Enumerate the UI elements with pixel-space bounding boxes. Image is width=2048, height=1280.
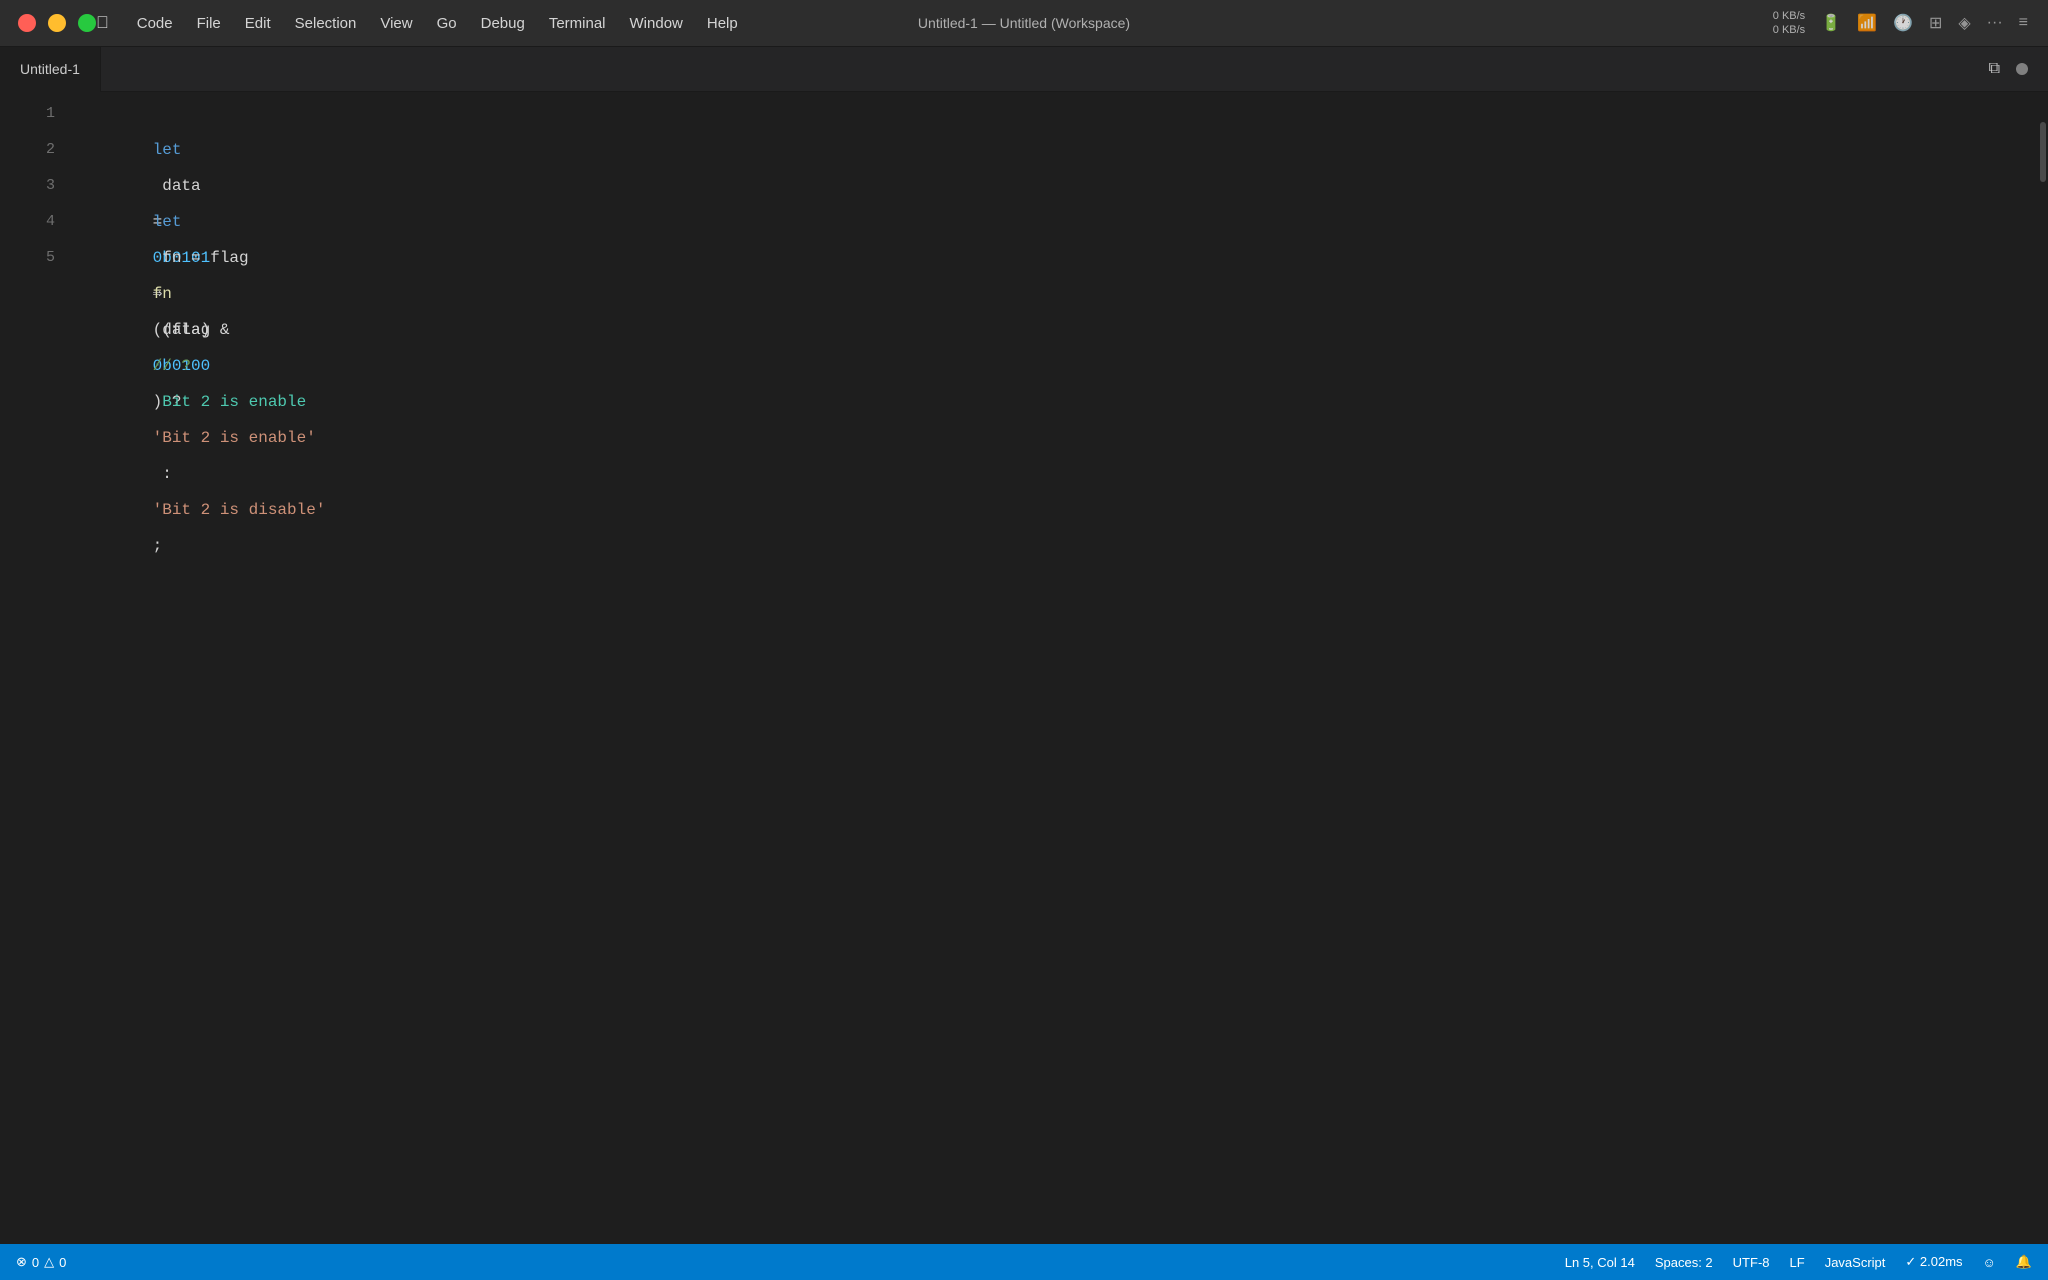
encoding-label: UTF-8 <box>1733 1255 1770 1270</box>
menu-selection[interactable]: Selection <box>283 0 369 47</box>
keyword-let-1: let <box>153 141 182 159</box>
line-number-5: 5 <box>25 240 55 276</box>
code-line-3: let fn = flag ⇒ (flag & 0b0100 ) ? 'Bit … <box>95 168 2034 204</box>
window-title: Untitled-1 — Untitled (Workspace) <box>918 15 1130 31</box>
menu-view[interactable]: View <box>368 0 424 47</box>
editor-tab[interactable]: Untitled-1 <box>0 47 101 92</box>
warning-icon: △ <box>44 1254 54 1270</box>
menu-file[interactable]: File <box>185 0 233 47</box>
menu-extras-icon[interactable]: ≡ <box>2019 14 2028 32</box>
indent-setting[interactable]: Spaces: 2 <box>1655 1255 1713 1270</box>
feedback-icon[interactable]: ☺ <box>1983 1255 1996 1270</box>
split-editor-icon[interactable]: ⧉ <box>1989 60 2000 78</box>
menu-go[interactable]: Go <box>425 0 469 47</box>
encoding-indicator[interactable]: UTF-8 <box>1733 1255 1770 1270</box>
wifi-icon: 📶 <box>1857 13 1877 33</box>
errors-indicator[interactable]: ⊗ 0 △ 0 <box>16 1254 66 1270</box>
code-editor[interactable]: let data = 0b0101 let fn = flag ⇒ (flag … <box>65 92 2034 1244</box>
line-ending-indicator[interactable]: LF <box>1790 1255 1805 1270</box>
spaces-label: Spaces: 2 <box>1655 1255 1713 1270</box>
timing-label: ✓ 2.02ms <box>1905 1254 1962 1270</box>
tab-label: Untitled-1 <box>20 61 80 77</box>
menu-help[interactable]: Help <box>695 0 750 47</box>
cursor-position[interactable]: Ln 5, Col 14 <box>1565 1255 1635 1270</box>
error-count: 0 <box>32 1255 39 1270</box>
line-number-gutter: 1 2 3 4 5 <box>0 92 65 1244</box>
menu-terminal[interactable]: Terminal <box>537 0 618 47</box>
status-bar: ⊗ 0 △ 0 Ln 5, Col 14 Spaces: 2 UTF-8 LF … <box>0 1244 2048 1280</box>
warning-count: 0 <box>59 1255 66 1270</box>
network-stats: 0 KB/s 0 KB/s <box>1773 9 1805 38</box>
line-number-2: 2 <box>25 132 55 168</box>
scrollbar-thumb[interactable] <box>2040 122 2046 182</box>
clock-icon: 🕐 <box>1893 13 1913 33</box>
smiley-icon: ☺ <box>1983 1255 1996 1270</box>
titlebar:  Code File Edit Selection View Go Debug… <box>0 0 2048 47</box>
more-icon[interactable]: ··· <box>1987 14 2003 32</box>
menu-code[interactable]: Code <box>125 0 185 47</box>
position-label: Ln 5, Col 14 <box>1565 1255 1635 1270</box>
menu-edit[interactable]: Edit <box>233 0 283 47</box>
close-button[interactable] <box>18 14 36 32</box>
language-indicator[interactable]: JavaScript <box>1825 1255 1886 1270</box>
bell-icon: 🔔 <box>2016 1254 2032 1270</box>
code-line-4 <box>95 204 2034 240</box>
code-line-5: fn (data) // ? Bit 2 is enable <box>95 240 2034 276</box>
statusbar-right: Ln 5, Col 14 Spaces: 2 UTF-8 LF JavaScri… <box>1565 1254 2032 1270</box>
menu-bar:  Code File Edit Selection View Go Debug… <box>80 0 750 47</box>
menu-window[interactable]: Window <box>618 0 695 47</box>
code-line-2 <box>95 132 2034 168</box>
apple-menu[interactable]:  <box>80 0 125 47</box>
more-actions-icon[interactable] <box>2016 63 2028 75</box>
siri-icon[interactable]: ◈ <box>1958 13 1970 33</box>
timing-indicator: ✓ 2.02ms <box>1905 1254 1962 1270</box>
language-label: JavaScript <box>1825 1255 1886 1270</box>
code-line-1: let data = 0b0101 <box>95 96 2034 132</box>
line-number-4: 4 <box>25 204 55 240</box>
scrollbar-track[interactable] <box>2034 92 2048 1244</box>
editor-area: 1 2 3 4 5 let data = 0b0101 let fn = fla… <box>0 92 2048 1244</box>
error-icon: ⊗ <box>16 1254 27 1270</box>
line-number-1: 1 <box>25 96 55 132</box>
control-center-icon[interactable]: ⊞ <box>1929 13 1942 33</box>
menu-debug[interactable]: Debug <box>469 0 537 47</box>
titlebar-right: 0 KB/s 0 KB/s 🔋 📶 🕐 ⊞ ◈ ··· ≡ <box>1773 9 2028 38</box>
line-ending-label: LF <box>1790 1255 1805 1270</box>
tab-bar: Untitled-1 ⧉ <box>0 47 2048 92</box>
statusbar-left: ⊗ 0 △ 0 <box>16 1254 66 1270</box>
notification-icon[interactable]: 🔔 <box>2016 1254 2032 1270</box>
line-number-3: 3 <box>25 168 55 204</box>
tab-bar-actions: ⧉ <box>1989 60 2028 78</box>
battery-icon: 🔋 <box>1821 13 1841 33</box>
minimize-button[interactable] <box>48 14 66 32</box>
